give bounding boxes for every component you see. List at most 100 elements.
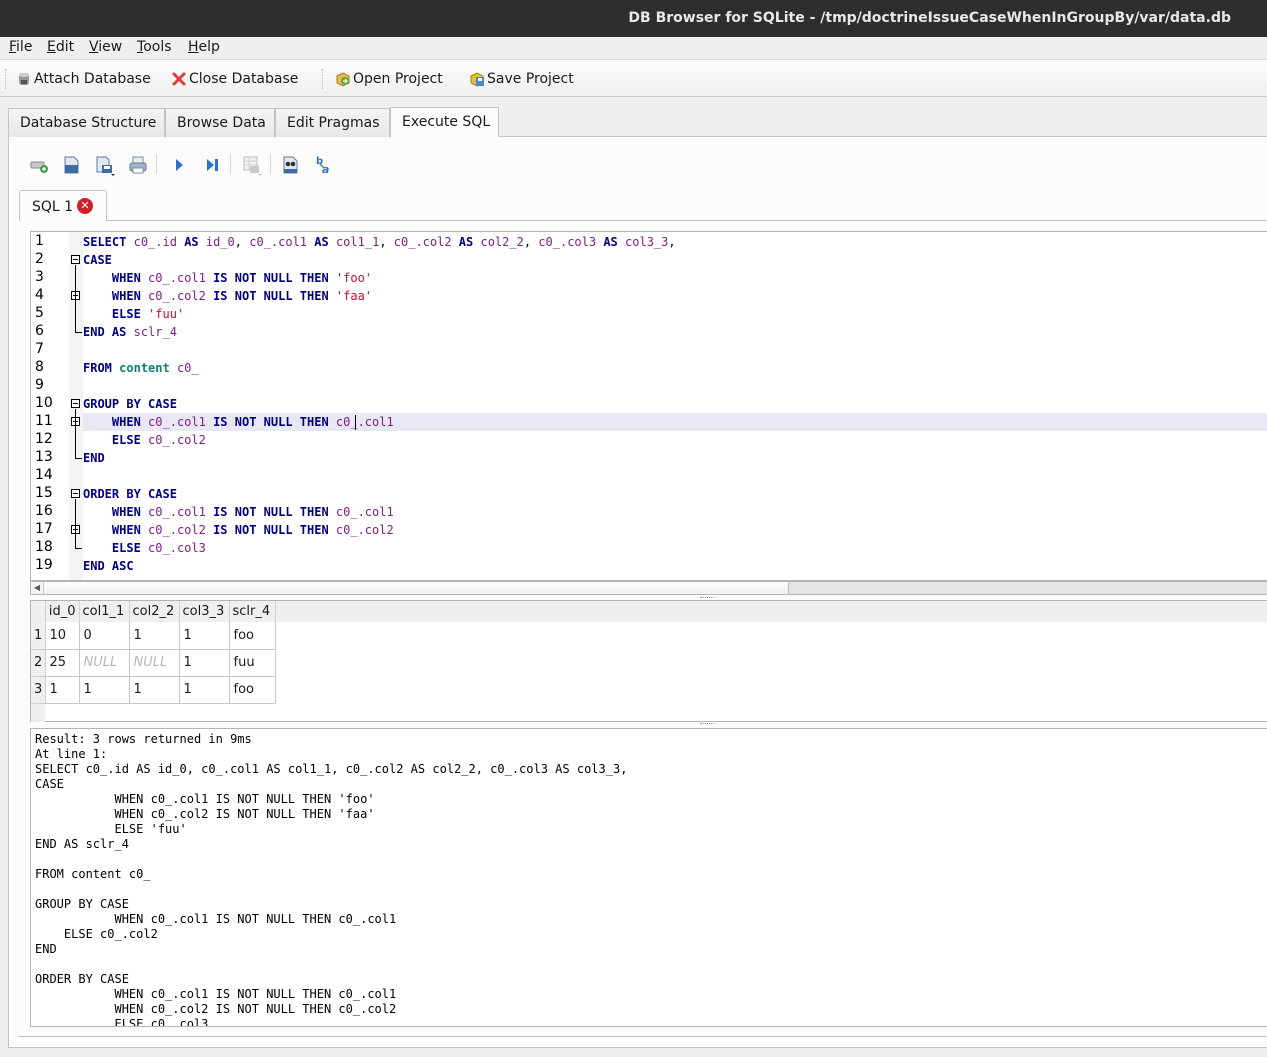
column-header-col1_1[interactable]: col1_1 xyxy=(79,601,130,622)
fold-toggle-icon[interactable] xyxy=(71,399,80,408)
line-number: 3 xyxy=(35,269,44,285)
code-line[interactable]: WHEN c0_.col1 IS NOT NULL THEN c0_.col1 xyxy=(83,503,1267,521)
menu-edit[interactable]: Edit xyxy=(47,39,74,55)
table-cell[interactable]: 0 xyxy=(79,622,130,650)
line-number: 14 xyxy=(35,467,53,483)
menubar: File Edit View Tools Help xyxy=(0,37,1267,59)
row-header[interactable]: 3 xyxy=(31,676,46,704)
execute-line-icon xyxy=(207,159,218,171)
code-token: END xyxy=(83,325,105,339)
panel-border xyxy=(19,1036,1267,1037)
table-cell[interactable]: 1 xyxy=(179,676,230,704)
tab-execute-sql-label: Execute SQL xyxy=(402,114,491,130)
column-header-id_0[interactable]: id_0 xyxy=(45,601,80,622)
menu-help[interactable]: Help xyxy=(188,39,220,55)
table-cell[interactable]: 1 xyxy=(129,676,180,704)
code-line[interactable]: ELSE 'fuu' xyxy=(83,305,1267,323)
row-header[interactable]: 1 xyxy=(31,622,46,650)
save-sql-file-button[interactable] xyxy=(94,154,116,176)
code-line[interactable] xyxy=(83,377,1267,395)
code-line[interactable] xyxy=(83,341,1267,359)
menu-tools[interactable]: Tools xyxy=(137,39,172,55)
code-token: c0_.col1 xyxy=(335,505,394,519)
open-tab-button[interactable] xyxy=(28,154,50,176)
code-token: , xyxy=(379,235,394,249)
code-line[interactable]: WHEN c0_.col1 IS NOT NULL THEN c0_.col1 xyxy=(83,413,1267,431)
message-pane[interactable]: Result: 3 rows returned in 9ms At line 1… xyxy=(30,728,1267,1027)
code-line[interactable]: END ASC xyxy=(83,557,1267,575)
execute-all-icon xyxy=(176,159,183,171)
code-line[interactable]: SELECT c0_.id AS id_0, c0_.col1 AS col1_… xyxy=(83,233,1267,251)
code-line[interactable]: WHEN c0_.col2 IS NOT NULL THEN 'faa' xyxy=(83,287,1267,305)
menu-file[interactable]: File xyxy=(9,39,32,55)
code-line[interactable]: END AS sclr_4 xyxy=(83,323,1267,341)
code-line[interactable]: ELSE c0_.col3 xyxy=(83,539,1267,557)
table-cell[interactable]: fuu xyxy=(229,649,276,677)
menu-view[interactable]: View xyxy=(89,39,122,55)
save-results-button[interactable] xyxy=(241,154,263,176)
table-cell[interactable]: 1 xyxy=(79,676,130,704)
column-header-sclr_4[interactable]: sclr_4 xyxy=(229,601,276,622)
tab-browse-data[interactable]: Browse Data xyxy=(165,108,275,137)
sql-editor-tab[interactable]: SQL 1 ✕ xyxy=(19,190,107,221)
code-line[interactable]: FROM content c0_ xyxy=(83,359,1267,377)
table-cell[interactable]: 1 xyxy=(179,622,230,650)
scrollbar-thumb[interactable] xyxy=(44,582,789,594)
code-token: c0_.col2 xyxy=(148,523,206,537)
tab-execute-sql[interactable]: Execute SQL xyxy=(390,107,499,137)
toolbar-grip-2[interactable] xyxy=(322,69,325,89)
tab-edit-pragmas[interactable]: Edit Pragmas xyxy=(275,108,390,137)
find-replace-button[interactable]: ba xyxy=(313,154,335,176)
grid-corner[interactable] xyxy=(31,601,46,622)
code-line[interactable]: ORDER BY CASE xyxy=(83,485,1267,503)
table-cell-null[interactable]: NULL xyxy=(79,649,130,677)
attach-database-button[interactable]: Attach Database xyxy=(16,69,151,89)
code-line[interactable]: END xyxy=(83,449,1267,467)
code-line[interactable]: WHEN c0_.col2 IS NOT NULL THEN c0_.col2 xyxy=(83,521,1267,539)
scroll-left-arrow-icon[interactable]: ◀ xyxy=(31,582,44,594)
code-line[interactable] xyxy=(83,467,1267,485)
execute-all-button[interactable] xyxy=(168,154,190,176)
menu-edit-mnemonic: E xyxy=(47,39,56,55)
open-project-label: Open Project xyxy=(353,71,443,87)
print-button[interactable] xyxy=(127,154,149,176)
open-project-button[interactable]: Open Project xyxy=(335,69,443,89)
fold-range-line xyxy=(75,265,76,332)
save-project-button[interactable]: Save Project xyxy=(469,69,574,89)
code-token: c0_.col3 xyxy=(538,235,597,249)
open-sql-file-button[interactable] xyxy=(61,154,83,176)
column-header-col3_3[interactable]: col3_3 xyxy=(179,601,230,622)
table-cell[interactable]: 10 xyxy=(45,622,80,650)
code-line[interactable]: CASE xyxy=(83,251,1267,269)
close-database-button[interactable]: Close Database xyxy=(171,69,298,89)
results-grid[interactable]: id_0 col1_1 col2_2 col3_3 sclr_4 1 10 0 … xyxy=(30,600,1267,722)
editor-horizontal-scrollbar[interactable]: ◀ xyxy=(30,581,1267,595)
table-cell-null[interactable]: NULL xyxy=(129,649,180,677)
save-project-label: Save Project xyxy=(487,71,574,87)
fold-toggle-icon[interactable] xyxy=(71,255,80,264)
close-tab-icon[interactable]: ✕ xyxy=(77,198,93,214)
tab-database-structure[interactable]: Database Structure xyxy=(8,108,165,137)
table-cell[interactable]: 1 xyxy=(179,649,230,677)
table-cell[interactable]: 25 xyxy=(45,649,80,677)
table-cell[interactable]: 1 xyxy=(45,676,80,704)
line-number: 9 xyxy=(35,377,44,393)
toolbar-grip[interactable] xyxy=(5,69,8,89)
code-line[interactable]: WHEN c0_.col1 IS NOT NULL THEN 'foo' xyxy=(83,269,1267,287)
find-button[interactable] xyxy=(280,154,302,176)
code-token: c0_.id xyxy=(133,235,177,249)
sql-editor[interactable]: 1 2 3 4 5 6 7 8 9 10 11 12 13 14 15 16 17 18 19 SELECT c0_… xyxy=(30,231,1267,581)
execute-current-line-button[interactable] xyxy=(201,154,223,176)
fold-toggle-icon[interactable] xyxy=(71,489,80,498)
row-header[interactable]: 2 xyxy=(31,649,46,677)
table-cell[interactable]: foo xyxy=(229,676,276,704)
text-caret xyxy=(355,415,356,430)
code-line[interactable]: ELSE c0_.col2 xyxy=(83,431,1267,449)
table-cell[interactable]: foo xyxy=(229,622,276,650)
code-line[interactable]: GROUP BY CASE xyxy=(83,395,1267,413)
column-header-col2_2[interactable]: col2_2 xyxy=(129,601,180,622)
results-messages-splitter[interactable] xyxy=(30,721,1267,727)
code-token: IS NOT NULL THEN xyxy=(213,505,329,519)
table-cell[interactable]: 1 xyxy=(129,622,180,650)
